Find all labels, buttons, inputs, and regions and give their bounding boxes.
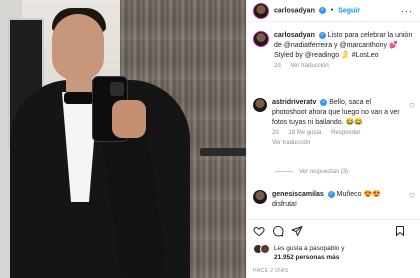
likes-line-1[interactable]: Les gusta a pasopablo y	[274, 244, 344, 253]
caption-time: 2d	[274, 63, 281, 69]
header-username[interactable]: carlosadyan	[274, 7, 315, 14]
separator-dot: •	[330, 7, 334, 15]
like-heart-icon[interactable]	[253, 225, 265, 237]
comment-icon[interactable]	[272, 225, 284, 237]
comment-likes[interactable]: 18 Me gusta	[288, 130, 321, 136]
divider	[275, 170, 293, 172]
verified-icon: ✓	[327, 190, 335, 198]
share-icon[interactable]	[291, 225, 303, 237]
verified-icon: ✓	[318, 31, 326, 39]
avatar[interactable]	[253, 31, 269, 47]
heart-icon[interactable]: ♡	[409, 102, 415, 110]
avatar	[260, 244, 270, 254]
more-dots-icon[interactable]: ···	[401, 6, 413, 16]
comment: genesiscamilas ✓ Muñeco 😍😍 disfruta! ♡	[253, 190, 417, 210]
translate-link[interactable]: Ver traducción	[290, 63, 328, 69]
caption-username[interactable]: carlosadyan	[274, 32, 315, 39]
comment-username[interactable]: genesiscamilas	[272, 191, 324, 198]
likes-line-2[interactable]: 21.952 personas más	[274, 253, 344, 262]
follow-button[interactable]: Seguir	[338, 7, 360, 14]
comment: astridriveratv ✓ Bello, saca el photosho…	[253, 98, 417, 148]
post-timestamp: HACE 2 DÍAS	[253, 268, 289, 274]
verified-icon: ✓	[320, 98, 328, 106]
view-replies[interactable]: Ver respuestas (3)	[275, 169, 348, 175]
comment-username[interactable]: astridriveratv	[272, 99, 316, 106]
caption: carlosadyan ✓ Listo para celebrar la uni…	[253, 31, 417, 71]
post-photo[interactable]	[0, 0, 246, 278]
translate-link[interactable]: Ver traducción	[272, 140, 310, 146]
likes-summary: Les gusta a pasopablo y 21.952 personas …	[253, 244, 344, 262]
avatar[interactable]	[253, 2, 269, 19]
heart-icon[interactable]: ♡	[409, 192, 415, 200]
avatar[interactable]	[253, 190, 267, 204]
post-sidebar: carlosadyan ✓ • Seguir ··· carlosadyan ✓…	[246, 0, 420, 278]
post-header: carlosadyan ✓ • Seguir ···	[247, 0, 420, 22]
avatar[interactable]	[253, 98, 267, 112]
bookmark-icon[interactable]	[394, 225, 406, 237]
verified-icon: ✓	[318, 6, 326, 14]
action-bar	[247, 219, 420, 241]
comment-time: 2d	[272, 130, 279, 136]
reply-link[interactable]: Responder	[331, 130, 360, 136]
